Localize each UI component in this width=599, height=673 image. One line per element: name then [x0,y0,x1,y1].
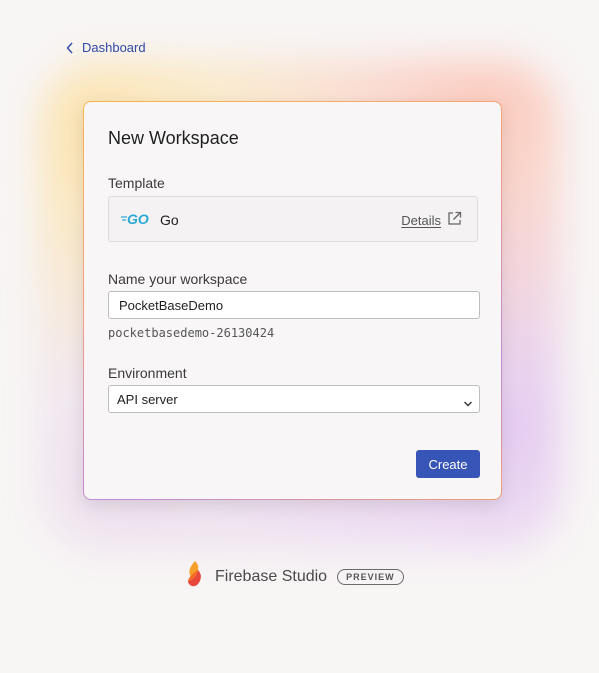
details-label: Details [401,212,441,228]
template-selector: GO Go Details [108,196,478,242]
environment-selected-value: API server [117,392,178,407]
back-to-dashboard-link[interactable]: Dashboard [66,40,146,55]
footer-brand: Firebase Studio PREVIEW [185,560,404,593]
environment-select[interactable]: API server [108,385,480,413]
environment-label: Environment [108,365,187,381]
workspace-slug: pocketbasedemo-26130424 [108,326,275,340]
workspace-name-label: Name your workspace [108,271,248,287]
back-link-label: Dashboard [82,40,146,55]
create-button[interactable]: Create [416,450,480,478]
chevron-left-icon [66,42,74,54]
firebase-logo-icon [185,560,205,593]
template-label: Template [108,175,165,191]
preview-badge: PREVIEW [337,568,404,585]
page: Dashboard New Workspace Template GO Go D… [0,0,599,673]
go-logo-icon: GO [121,211,153,227]
template-name: Go [160,212,179,228]
new-workspace-card: New Workspace Template GO Go Details Nam… [83,101,502,500]
card-title: New Workspace [108,128,239,148]
template-details-link[interactable]: Details [401,211,462,229]
external-link-icon [447,211,462,229]
chevron-down-icon [463,395,473,413]
brand-name: Firebase Studio [215,567,328,585]
workspace-name-input[interactable] [108,291,480,319]
svg-text:GO: GO [127,211,149,227]
